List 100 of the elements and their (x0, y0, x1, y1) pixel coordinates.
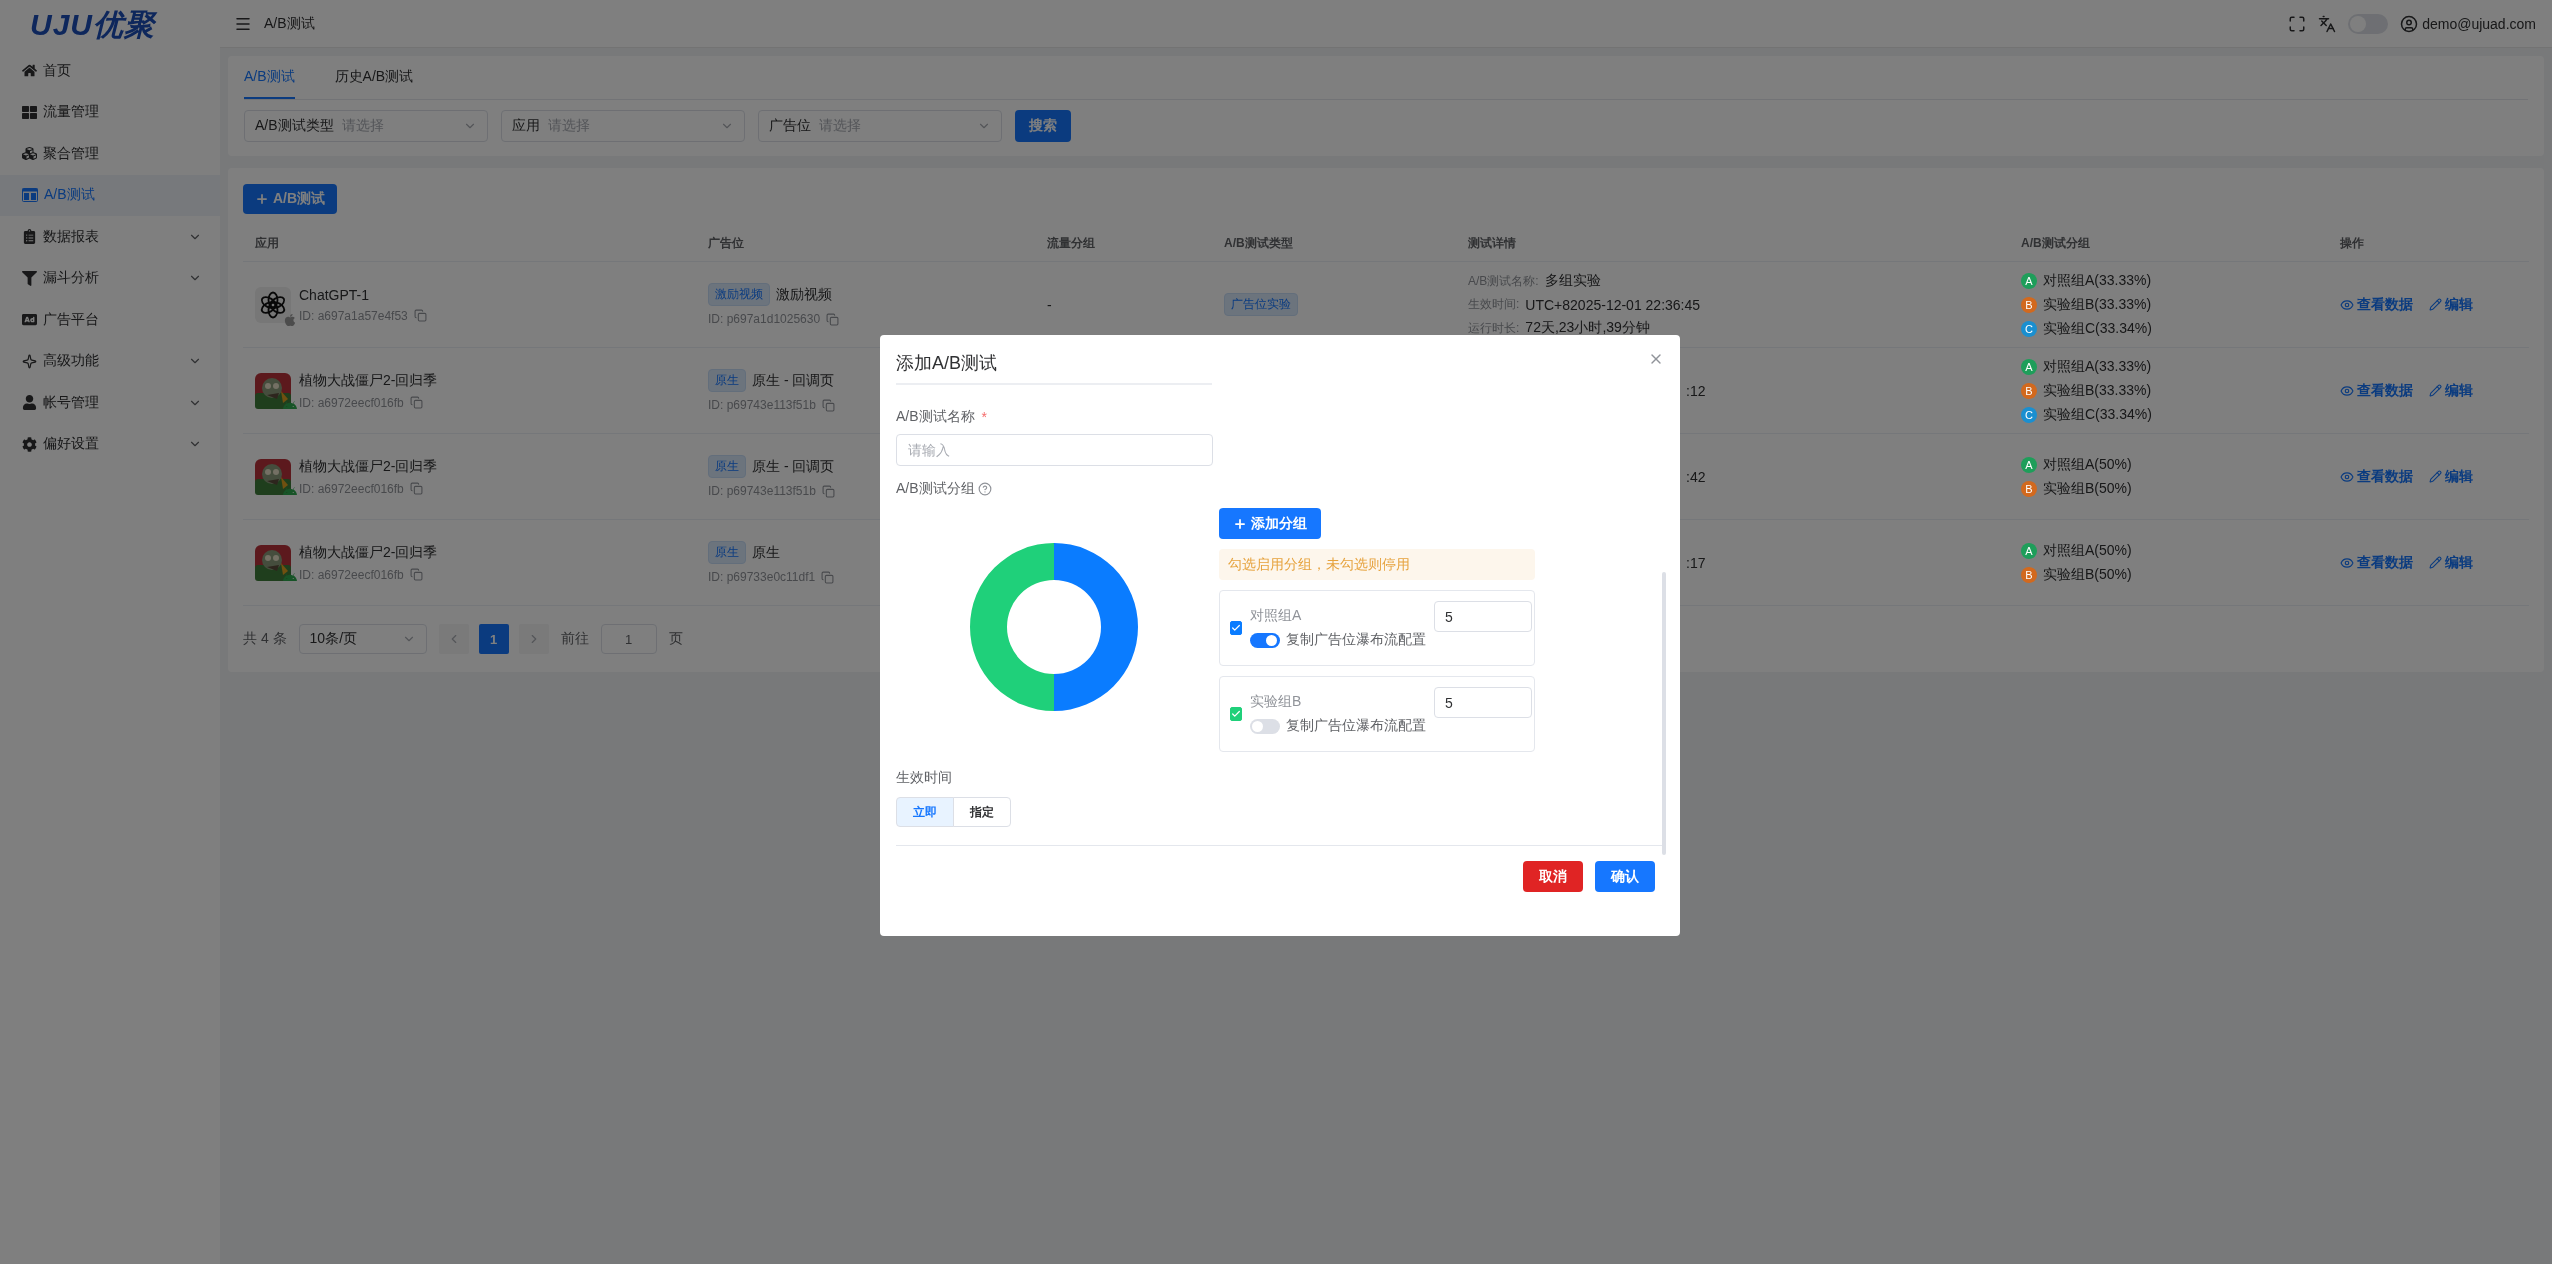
group-share: 实验组B(50%) (2043, 565, 2132, 584)
pencil-icon (2429, 298, 2442, 311)
column-header: 测试详情 (1467, 235, 1517, 252)
copy-icon[interactable] (409, 396, 423, 409)
group-share: 实验组B(33.33%) (2043, 295, 2152, 314)
group-badge: B (2021, 296, 2037, 313)
copy-icon[interactable] (821, 570, 835, 584)
app-name: 植物大战僵尸2-回归季 (299, 543, 438, 562)
placement-tag: 激励视频 (708, 283, 770, 306)
copy-icon[interactable] (826, 312, 840, 326)
edit-link[interactable]: 编辑 (2429, 381, 2473, 400)
sidebar-item[interactable]: A/B测试 (0, 174, 220, 216)
sidebar-item[interactable]: 流量管理 (0, 91, 220, 133)
sidebar-item[interactable]: 漏斗分析 (0, 257, 220, 299)
user-icon[interactable] (2400, 14, 2419, 33)
segment-button[interactable]: 立即 (896, 797, 954, 827)
gear-icon (22, 436, 37, 452)
sidebar-item[interactable]: 广告平台 (0, 299, 220, 341)
toggle-switch[interactable] (1250, 632, 1280, 648)
edit-link[interactable]: 编辑 (2429, 295, 2473, 314)
ab-icon (22, 188, 38, 203)
placement-tag: 原生 (708, 455, 746, 478)
pencil-icon (2429, 470, 2442, 483)
edit-link[interactable]: 编辑 (2429, 467, 2473, 486)
detail-value: UTC+82025-12-01 22:36:45 (1525, 296, 1701, 313)
sidebar-item[interactable]: 高级功能 (0, 340, 220, 382)
column-header: 应用 (254, 235, 280, 252)
page-size-select[interactable]: 10条/页 (298, 624, 427, 654)
goto-label: 前往 (560, 630, 589, 648)
grid-icon (22, 104, 37, 120)
brand-logo: UJU优聚 (29, 6, 158, 43)
pencil-icon (2429, 384, 2442, 397)
test-type-tag: 广告位实验 (1224, 293, 1298, 316)
detail-value: :42 (1686, 468, 1706, 485)
group-badge: C (2021, 320, 2037, 337)
group-badge: A (2021, 272, 2037, 289)
check-icon (1231, 623, 1241, 633)
eye-icon (2340, 297, 2354, 312)
sidebar-item[interactable]: 偏好设置 (0, 423, 220, 465)
page-unit: 页 (668, 630, 683, 648)
segment-button[interactable]: 指定 (953, 797, 1011, 827)
group-badge: A (2021, 456, 2037, 473)
view-data-link[interactable]: 查看数据 (2340, 553, 2413, 572)
ad-icon (22, 312, 37, 328)
goto-page-field[interactable]: 1 (600, 624, 657, 654)
add-test-button[interactable]: A/B测试 (243, 184, 338, 214)
copy-icon[interactable] (821, 484, 835, 498)
translate-icon[interactable] (2318, 14, 2337, 33)
check-icon (1231, 709, 1241, 719)
total-count: 共 4 条 (243, 630, 287, 648)
detail-value: :17 (1686, 554, 1706, 571)
share-field[interactable]: 5 (1434, 687, 1532, 718)
copy-icon[interactable] (409, 482, 423, 495)
group-share: 对照组A(50%) (2043, 541, 2132, 560)
share-field[interactable]: 5 (1434, 601, 1532, 632)
name-field[interactable]: 请输入 (896, 434, 1213, 466)
previous-page-button[interactable] (438, 624, 469, 654)
copy-icon[interactable] (821, 398, 835, 412)
help-icon[interactable] (977, 482, 992, 496)
field-label: A/B测试分组 (896, 480, 975, 498)
placement-name: 原生 (752, 543, 780, 562)
view-data-link[interactable]: 查看数据 (2340, 295, 2413, 314)
checkbox[interactable] (1230, 621, 1242, 635)
dialog-title: 添加A/B测试 (896, 352, 997, 375)
checkbox[interactable] (1230, 707, 1242, 721)
user-email[interactable]: demo@ujuad.com (2422, 15, 2536, 32)
sidebar-item[interactable]: 帐号管理 (0, 382, 220, 424)
sidebar-item[interactable]: 数据报表 (0, 216, 220, 258)
user-icon (22, 395, 37, 411)
copy-icon[interactable] (413, 309, 427, 322)
placement-name: 原生 - 回调页 (752, 457, 835, 476)
group-share: 实验组B(33.33%) (2043, 381, 2152, 400)
traffic-group: - (1047, 296, 1052, 313)
tab[interactable]: 历史A/B测试 (334, 56, 414, 99)
plus-icon (255, 192, 269, 206)
view-data-link[interactable]: 查看数据 (2340, 381, 2413, 400)
next-page-button[interactable] (518, 624, 549, 654)
home-icon (22, 63, 37, 79)
search-button[interactable]: 搜索 (1015, 110, 1071, 142)
group-share: 实验组C(33.34%) (2043, 319, 2152, 338)
cancel-button[interactable]: 取消 (1523, 861, 1583, 892)
scrollbar[interactable] (1662, 572, 1666, 855)
group-badge: C (2021, 406, 2037, 423)
pencil-icon (2429, 556, 2442, 569)
view-data-link[interactable]: 查看数据 (2340, 467, 2413, 486)
toggle-switch[interactable] (1250, 718, 1280, 734)
add-group-button[interactable]: 添加分组 (1219, 508, 1321, 539)
column-header: 流量分组 (1046, 235, 1096, 252)
field-label: A/B测试名称 * (896, 408, 988, 426)
copy-icon[interactable] (409, 568, 423, 581)
confirm-button[interactable]: 确认 (1595, 861, 1655, 892)
tab[interactable]: A/B测试 (244, 56, 295, 99)
eye-icon (2340, 469, 2354, 484)
sidebar-item[interactable]: 聚合管理 (0, 133, 220, 175)
edit-link[interactable]: 编辑 (2429, 553, 2473, 572)
group-share: 实验组B(50%) (2043, 479, 2132, 498)
group-share: 实验组C(33.34%) (2043, 405, 2152, 424)
sidebar-item[interactable]: 首页 (0, 50, 220, 92)
fullscreen-icon[interactable] (2288, 14, 2307, 33)
page-button[interactable]: 1 (478, 624, 509, 654)
